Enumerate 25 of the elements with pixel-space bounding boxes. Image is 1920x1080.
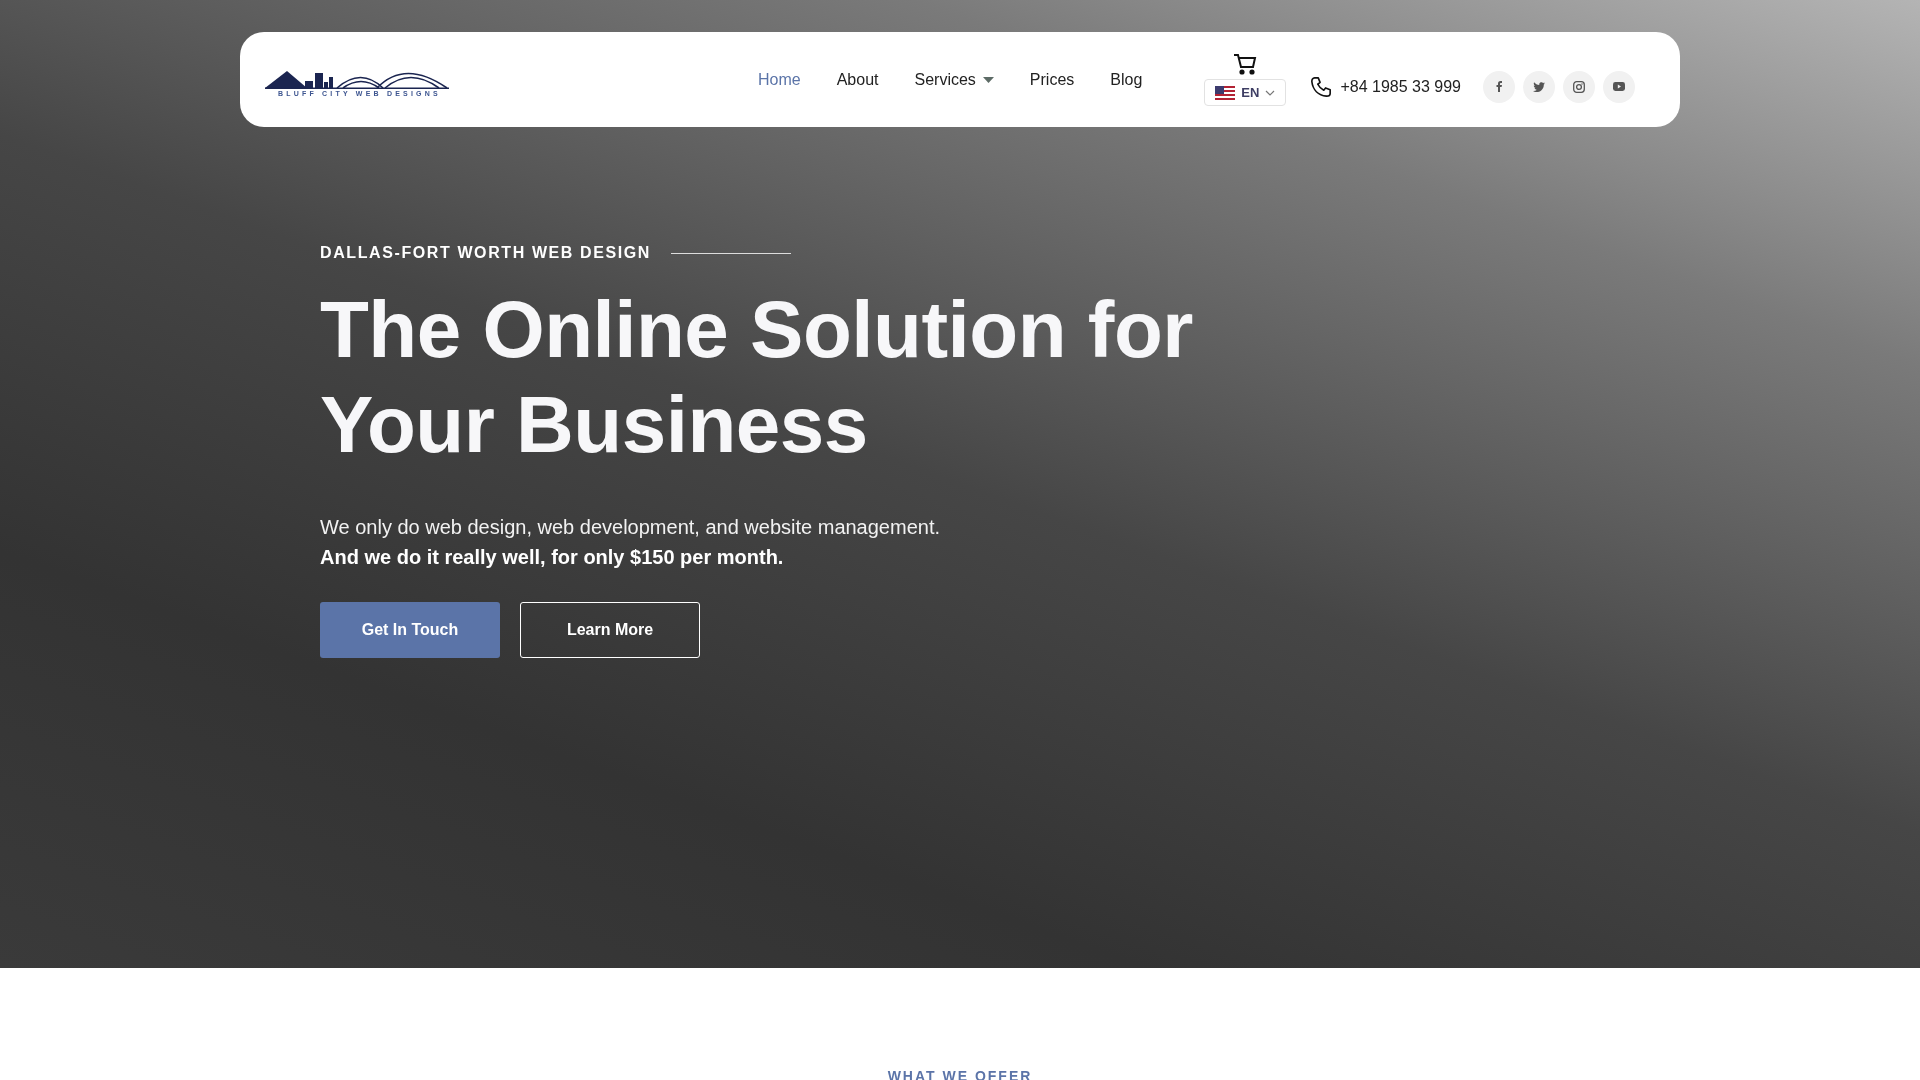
bird-icon: [1532, 81, 1545, 92]
hero-eyebrow: DALLAS-FORT WORTH WEB DESIGN: [320, 244, 651, 262]
phone-icon: [1310, 75, 1333, 98]
social-link[interactable]: [1482, 70, 1515, 103]
caret-icon: [982, 76, 994, 83]
contact-button[interactable]: Get In Touch: [320, 602, 500, 658]
language-select[interactable]: EN: [1204, 79, 1287, 106]
hero-description: We only do web design, web development, and website management. And we do it really well, for only $150 per month.: [320, 515, 941, 570]
f-icon: [1495, 81, 1502, 92]
nav-link[interactable]: Blog: [1110, 70, 1143, 89]
nav-link[interactable]: Services: [914, 70, 994, 89]
social-link[interactable]: [1602, 70, 1635, 103]
cart-icon[interactable]: [1233, 53, 1258, 75]
nav-link[interactable]: Prices: [1029, 70, 1075, 89]
nav-link[interactable]: About: [836, 70, 879, 89]
camera-icon: [1572, 80, 1585, 93]
social-link[interactable]: [1562, 70, 1595, 103]
social-link[interactable]: [1522, 70, 1555, 103]
play-icon: [1612, 82, 1625, 91]
phone-number[interactable]: +84 1985 33 999: [1340, 77, 1461, 96]
flag-icon: [1215, 85, 1236, 100]
learn-more-button[interactable]: Learn More: [520, 602, 700, 658]
nav-link[interactable]: Home: [758, 70, 801, 89]
hero-title: The Online Solution for Your Business: [320, 284, 1194, 471]
chevron-icon: [1265, 89, 1276, 96]
